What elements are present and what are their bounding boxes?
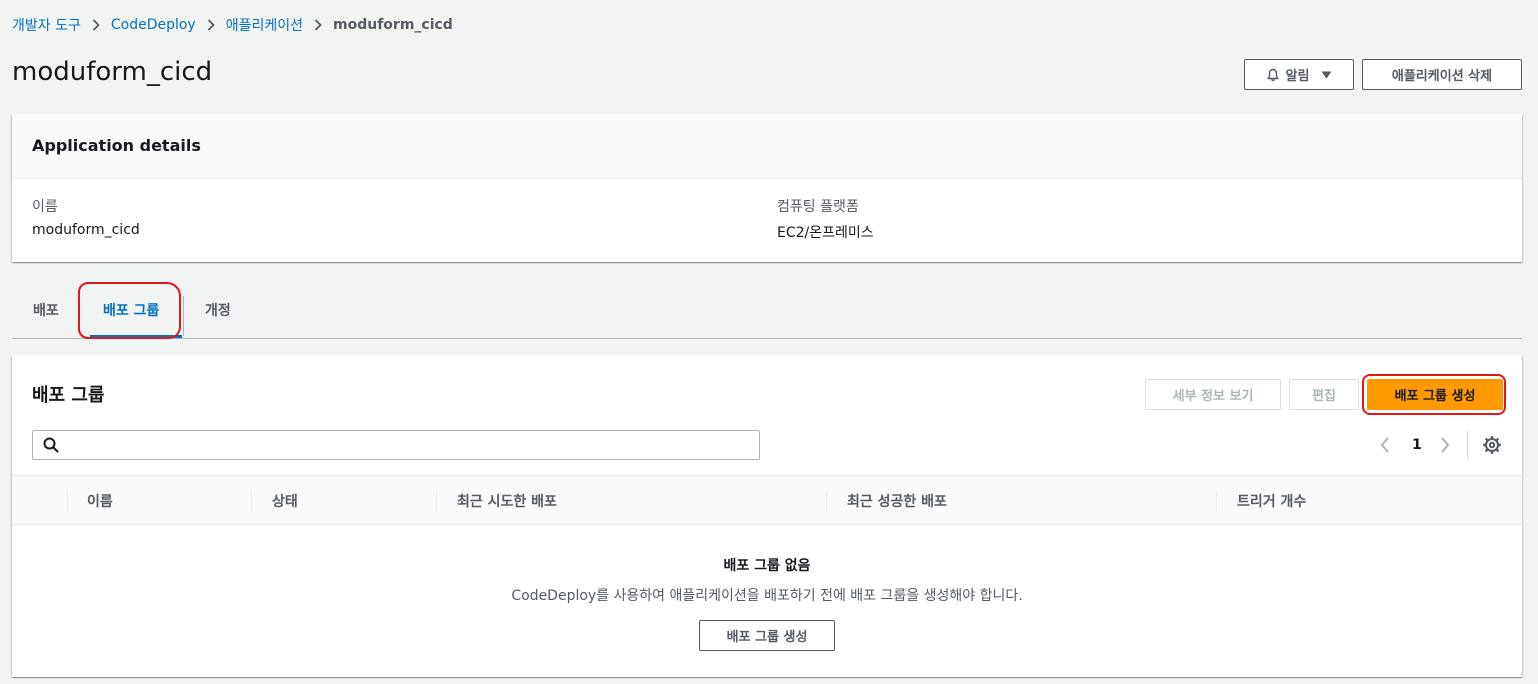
column-divider [1216,490,1217,512]
bell-icon [1266,68,1280,82]
page-title: moduform_cicd [12,57,213,87]
caret-down-icon [1321,71,1332,79]
breadcrumb: 개발자 도구 CodeDeploy 애플리케이션 moduform_cicd [12,15,453,35]
chevron-right-icon [314,19,322,31]
application-details-panel: Application details 이름 moduform_cicd 컴퓨팅… [12,114,1522,262]
table-header: 이름 상태 최근 시도한 배포 최근 성공한 배포 트리거 개수 [12,475,1522,525]
chevron-right-icon [92,19,100,31]
column-divider [67,490,68,512]
pager-divider [1467,431,1468,459]
chevron-left-icon[interactable] [1380,437,1390,457]
empty-create-deployment-group-button[interactable]: 배포 그룹 생성 [699,620,835,651]
tab-separator [183,296,184,336]
column-header-status[interactable]: 상태 [272,491,298,511]
deployment-groups-title: 배포 그룹 [32,385,105,406]
empty-state-description: CodeDeploy를 사용하여 애플리케이션을 배포하기 전에 배포 그룹을 … [511,588,1023,604]
column-header-last-attempted[interactable]: 최근 시도한 배포 [457,491,557,511]
breadcrumb-item-applications[interactable]: 애플리케이션 [226,15,303,35]
search-icon [43,437,59,457]
gear-icon[interactable] [1482,435,1502,458]
tab-deployments[interactable]: 배포 [33,300,59,320]
tab-revisions[interactable]: 개정 [205,300,231,320]
empty-state-title: 배포 그룹 없음 [723,558,811,574]
chevron-right-icon[interactable] [1440,437,1450,457]
alarm-button-label: 알림 [1285,69,1310,84]
edit-button[interactable]: 편집 [1289,379,1359,410]
chevron-right-icon [207,19,215,31]
annotation-highlight-tab [78,282,181,339]
breadcrumb-current: moduform_cicd [333,17,453,33]
deployment-groups-panel: 배포 그룹 세부 정보 보기 편집 배포 그룹 생성 1 이름 상태 최근 시도 [12,355,1522,677]
annotation-highlight-create [1362,374,1506,415]
column-divider [826,490,827,512]
column-divider [251,490,252,512]
search-input[interactable] [32,430,760,460]
breadcrumb-item-codedeploy[interactable]: CodeDeploy [111,17,196,33]
column-divider [436,490,437,512]
view-details-button[interactable]: 세부 정보 보기 [1145,379,1281,410]
name-label: 이름 [32,199,58,215]
tabs-divider [12,338,1522,339]
name-value: moduform_cicd [32,222,140,238]
page-number[interactable]: 1 [1412,437,1422,453]
details-header: Application details [12,114,1522,179]
details-title: Application details [32,136,201,155]
platform-value: EC2/온프레미스 [777,225,874,241]
delete-application-button[interactable]: 애플리케이션 삭제 [1362,59,1522,90]
alarm-button[interactable]: 알림 [1244,59,1354,90]
column-header-name[interactable]: 이름 [87,491,113,511]
column-header-last-successful[interactable]: 최근 성공한 배포 [847,491,947,511]
column-header-trigger-count[interactable]: 트리거 개수 [1237,491,1306,511]
breadcrumb-item-developer-tools[interactable]: 개발자 도구 [12,15,81,35]
platform-label: 컴퓨팅 플랫폼 [777,199,859,215]
